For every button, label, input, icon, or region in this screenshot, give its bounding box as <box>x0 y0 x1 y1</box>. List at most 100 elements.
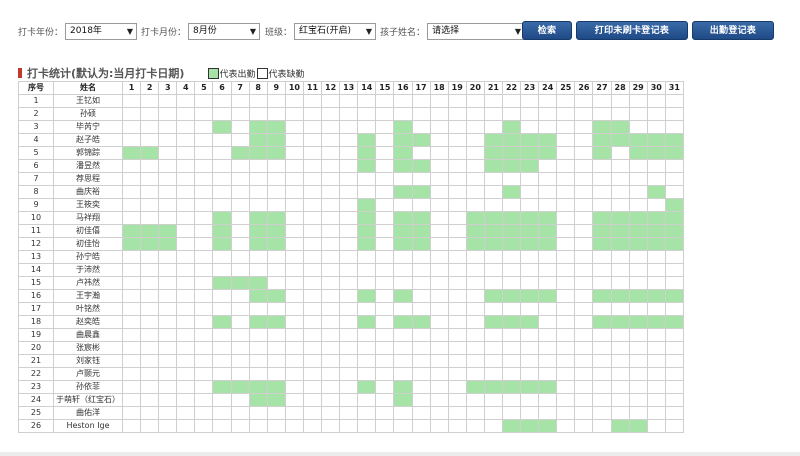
attendance-cell-absent <box>248 419 268 433</box>
attendance-cell-present <box>483 133 503 147</box>
attendance-cell-present <box>483 211 503 225</box>
month-select[interactable]: 8月份 ▼ <box>188 22 261 40</box>
attendance-cell-absent <box>574 406 594 420</box>
attendance-cell-absent <box>592 94 612 108</box>
attendance-cell-absent <box>266 250 286 264</box>
attendance-cell-absent <box>538 315 558 329</box>
attendance-cell-absent <box>574 315 594 329</box>
attendance-cell-absent <box>375 263 395 277</box>
attendance-cell-absent <box>357 94 377 108</box>
attendance-cell-present <box>212 120 232 134</box>
table-row: 2 孙硕 <box>18 107 684 121</box>
attendance-cell-absent <box>375 198 395 212</box>
attendance-cell-present <box>501 224 522 238</box>
day-header: 23 <box>520 81 540 95</box>
attendance-cell-absent <box>556 341 576 355</box>
attendance-cell-absent <box>230 133 250 147</box>
attendance-cell-absent <box>538 185 558 199</box>
attendance-cell-absent <box>339 380 359 394</box>
attendance-cell-absent <box>321 120 341 134</box>
attendance-cell-absent <box>230 172 250 186</box>
attendance-cell-absent <box>230 159 250 173</box>
attendance-cell-present <box>628 289 648 303</box>
attendance-cell-absent <box>339 263 359 277</box>
attendance-cell-absent <box>556 146 576 160</box>
student-name: 王筱奕 <box>53 198 123 212</box>
attendance-cell-absent <box>610 367 630 381</box>
attendance-cell-present <box>212 224 232 238</box>
attendance-cell-absent <box>230 120 250 134</box>
attendance-cell-present <box>592 120 612 134</box>
attendance-cell-absent <box>248 328 268 342</box>
attendance-cell-absent <box>556 94 576 108</box>
attendance-cell-absent <box>592 159 612 173</box>
attendance-cell-absent <box>176 159 196 173</box>
student-name: 毕芮宁 <box>53 120 123 134</box>
attendance-cell-absent <box>628 120 648 134</box>
month-label: 打卡月份： <box>141 27 187 38</box>
attendance-cell-absent <box>339 146 359 160</box>
attendance-cell-absent <box>411 302 431 316</box>
attendance-cell-absent <box>592 354 612 368</box>
row-index: 9 <box>18 198 54 212</box>
attendance-cell-absent <box>664 276 684 290</box>
attendance-cell-present <box>393 120 413 134</box>
attendance-cell-present <box>230 380 250 394</box>
attendance-cell-absent <box>158 185 178 199</box>
search-button[interactable]: 检索 <box>522 21 572 40</box>
attendance-cell-absent <box>176 146 196 160</box>
attendance-cell-absent <box>266 419 286 433</box>
attendance-cell-absent <box>429 341 449 355</box>
attendance-cell-absent <box>158 367 178 381</box>
attendance-cell-absent <box>664 354 684 368</box>
attendance-cell-absent <box>411 172 431 186</box>
attendance-cell-absent <box>556 380 576 394</box>
child-select[interactable]: 请选择 ▼ <box>427 22 526 40</box>
attendance-cell-absent <box>393 419 413 433</box>
attendance-cell-absent <box>664 159 684 173</box>
attendance-cell-absent <box>230 211 250 225</box>
attendance-cell-absent <box>501 406 522 420</box>
attendance-cell-absent <box>393 250 413 264</box>
attendance-cell-absent <box>592 107 612 121</box>
student-name: 赵子皓 <box>53 133 123 147</box>
attendance-cell-absent <box>194 289 214 303</box>
attendance-cell-absent <box>339 393 359 407</box>
attendance-cell-absent <box>284 263 304 277</box>
attendance-cell-absent <box>266 302 286 316</box>
attendance-cell-present <box>393 224 413 238</box>
attendance-cell-absent <box>520 107 540 121</box>
student-name: 王宇瀚 <box>53 289 123 303</box>
attendance-cell-absent <box>321 289 341 303</box>
attendance-cell-absent <box>447 341 467 355</box>
legend-present-swatch <box>208 67 220 79</box>
attendance-cell-absent <box>429 146 449 160</box>
col-index-header: 序号 <box>18 81 54 95</box>
attendance-cell-absent <box>266 354 286 368</box>
attendance-cell-absent <box>339 302 359 316</box>
student-name: 张宸彬 <box>53 341 123 355</box>
attendance-register-button[interactable]: 出勤登记表 <box>692 21 774 40</box>
attendance-cell-present <box>646 133 666 147</box>
attendance-cell-absent <box>393 198 413 212</box>
attendance-cell-absent <box>140 328 160 342</box>
attendance-cell-absent <box>628 406 648 420</box>
attendance-cell-absent <box>284 419 304 433</box>
day-header: 26 <box>574 81 594 95</box>
attendance-cell-absent <box>194 94 214 108</box>
print-unpunched-button[interactable]: 打印未刷卡登记表 <box>576 21 688 40</box>
attendance-cell-absent <box>339 406 359 420</box>
attendance-cell-absent <box>375 107 395 121</box>
attendance-cell-present <box>520 237 540 251</box>
year-select[interactable]: 2018年 ▼ <box>65 22 138 40</box>
attendance-cell-absent <box>321 276 341 290</box>
attendance-cell-absent <box>411 94 431 108</box>
attendance-cell-absent <box>230 419 250 433</box>
attendance-cell-absent <box>501 276 522 290</box>
attendance-cell-absent <box>176 237 196 251</box>
day-header: 18 <box>429 81 449 95</box>
attendance-cell-absent <box>628 107 648 121</box>
attendance-cell-absent <box>411 263 431 277</box>
section-title: 打卡统计(默认为:当月打卡日期) <box>27 67 185 80</box>
class-select[interactable]: 红宝石(开启) ▼ <box>294 22 377 40</box>
